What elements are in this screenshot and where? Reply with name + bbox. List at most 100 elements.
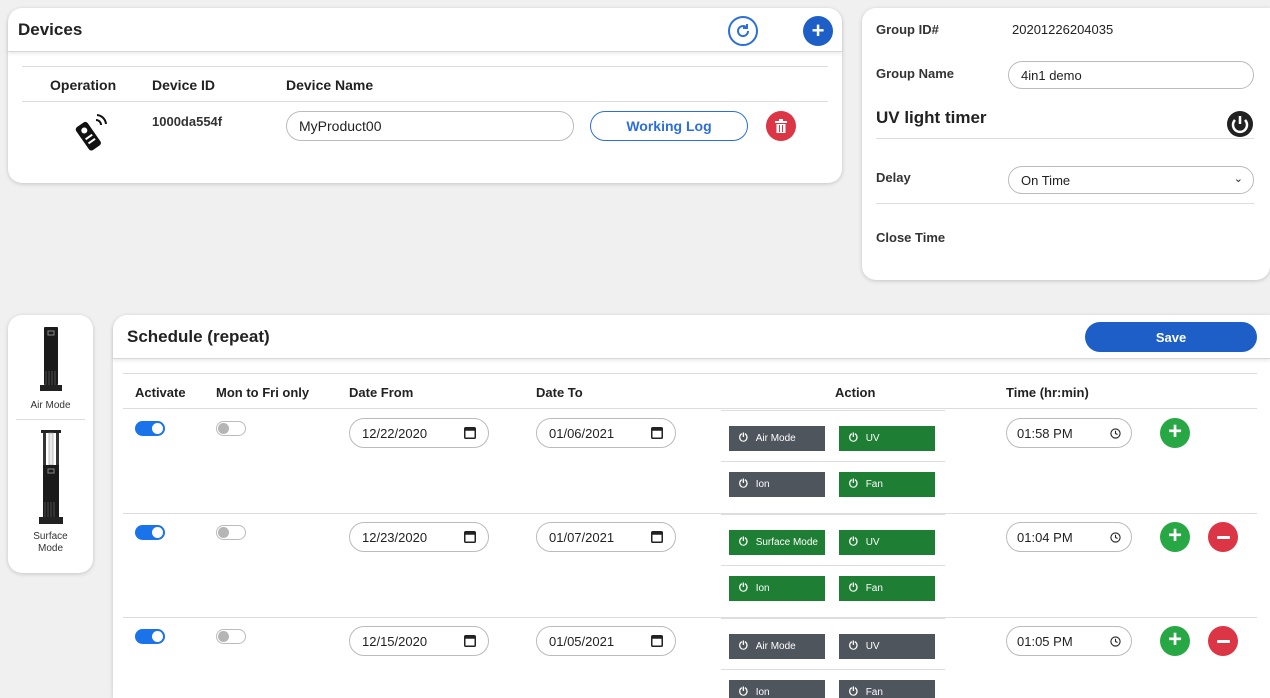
power-icon: ⏻ xyxy=(739,686,748,698)
group-name-label: Group Name xyxy=(876,66,955,81)
device-id-value: 1000da554f xyxy=(152,114,223,129)
add-schedule-button[interactable]: + xyxy=(1160,626,1190,656)
delay-value: On Time xyxy=(1021,173,1071,188)
delay-select[interactable]: On Time ⌄ xyxy=(1008,166,1254,194)
col-date-from: Date From xyxy=(349,385,414,400)
date-from-input[interactable]: 12/15/2020 xyxy=(349,626,489,656)
col-mon-fri: Mon to Fri only xyxy=(216,385,310,400)
remove-schedule-button[interactable] xyxy=(1208,522,1238,552)
trash-icon xyxy=(775,119,787,133)
date-to-input[interactable]: 01/05/2021 xyxy=(536,626,676,656)
minus-icon xyxy=(1216,535,1230,539)
calendar-icon xyxy=(464,634,476,650)
mode-action-button[interactable]: ⏻ Air Mode xyxy=(729,634,825,659)
time-input[interactable]: 01:04 PM xyxy=(1006,522,1132,552)
mode-item-surface[interactable]: Surface Mode xyxy=(8,428,93,554)
uv-lamp-icon xyxy=(38,430,63,524)
delete-device-button[interactable] xyxy=(766,111,796,141)
time-value: 01:05 PM xyxy=(1017,634,1073,649)
schedule-title: Schedule (repeat) xyxy=(127,326,270,346)
time-value: 01:58 PM xyxy=(1017,426,1073,441)
remove-schedule-button[interactable] xyxy=(1208,626,1238,656)
mode-label-surface: Surface Mode xyxy=(33,531,68,554)
calendar-icon xyxy=(464,426,476,442)
fan-action-button[interactable]: ⏻ Fan xyxy=(839,472,935,497)
save-button[interactable]: Save xyxy=(1085,322,1257,352)
date-to-input[interactable]: 01/06/2021 xyxy=(536,418,676,448)
power-icon: ⏻ xyxy=(849,582,858,594)
working-log-button[interactable]: Working Log xyxy=(590,111,748,141)
refresh-button[interactable] xyxy=(728,16,758,46)
col-device-id: Device ID xyxy=(152,77,216,93)
mode-action-button[interactable]: ⏻ Air Mode xyxy=(729,426,825,451)
divider xyxy=(876,203,1254,204)
ion-action-button[interactable]: ⏻ Ion xyxy=(729,472,825,497)
time-input[interactable]: 01:58 PM xyxy=(1006,418,1132,448)
uv-action-button-label: UV xyxy=(865,537,880,548)
date-from-input[interactable]: 12/23/2020 xyxy=(349,522,489,552)
activate-toggle[interactable] xyxy=(135,525,165,540)
plus-icon: + xyxy=(1167,626,1182,653)
time-input[interactable]: 01:05 PM xyxy=(1006,626,1132,656)
date-from-value: 12/15/2020 xyxy=(362,634,428,649)
add-schedule-button[interactable]: + xyxy=(1160,522,1190,552)
power-icon: ⏻ xyxy=(849,478,858,490)
date-to-input[interactable]: 01/07/2021 xyxy=(536,522,676,552)
ion-action-button[interactable]: ⏻ Ion xyxy=(729,576,825,601)
ion-action-button-label: Ion xyxy=(755,479,770,490)
device-name-input[interactable]: MyProduct00 xyxy=(286,111,574,141)
mon-fri-toggle[interactable] xyxy=(216,629,246,644)
mode-item-air[interactable]: Air Mode xyxy=(8,325,93,411)
fan-action-button[interactable]: ⏻ Fan xyxy=(839,576,935,601)
date-from-input[interactable]: 12/22/2020 xyxy=(349,418,489,448)
date-from-value: 12/23/2020 xyxy=(362,530,428,545)
power-icon: ⏻ xyxy=(849,686,858,698)
add-schedule-button[interactable]: + xyxy=(1160,418,1190,448)
remote-control-icon[interactable] xyxy=(70,112,108,152)
divider xyxy=(16,419,85,420)
uv-action-button[interactable]: ⏻ UV xyxy=(839,634,935,659)
chevron-down-icon: ⌄ xyxy=(1233,173,1243,185)
schedule-row: 12/23/2020 01/07/2021 ⏻ Surface Mode ⏻ UV ⏻ Ion… xyxy=(123,514,1257,618)
plus-icon: + xyxy=(811,18,825,43)
devices-title: Devices xyxy=(18,19,83,39)
mode-action-button-label: Surface Mode xyxy=(755,537,818,548)
clock-icon xyxy=(1110,427,1121,442)
activate-toggle[interactable] xyxy=(135,629,165,644)
col-date-to: Date To xyxy=(536,385,583,400)
uv-action-button[interactable]: ⏻ UV xyxy=(839,426,935,451)
devices-header: Devices + xyxy=(8,8,842,52)
date-to-value: 01/06/2021 xyxy=(549,426,615,441)
power-icon: ⏻ xyxy=(739,478,748,490)
mode-action-button-label: Air Mode xyxy=(755,433,796,444)
mode-palette: Air Mode Surface Mode xyxy=(8,315,93,573)
devices-table-header: Operation Device ID Device Name xyxy=(22,66,828,102)
schedule-row: 12/15/2020 01/05/2021 ⏻ Air Mode ⏻ UV ⏻ Ion ⏻ Fan… xyxy=(123,618,1257,698)
plus-icon: + xyxy=(1167,418,1182,445)
time-value: 01:04 PM xyxy=(1017,530,1073,545)
mode-action-button[interactable]: ⏻ Surface Mode xyxy=(729,530,825,555)
divider xyxy=(721,618,945,619)
ion-action-button[interactable]: ⏻ Ion xyxy=(729,680,825,698)
divider xyxy=(876,138,1254,139)
refresh-icon xyxy=(737,24,750,38)
fan-action-button-label: Fan xyxy=(865,583,883,594)
add-device-button[interactable]: + xyxy=(803,16,833,46)
schedule-row: 12/22/2020 01/06/2021 ⏻ Air Mode ⏻ UV ⏻ Ion ⏻ Fan… xyxy=(123,410,1257,514)
mon-fri-toggle[interactable] xyxy=(216,525,246,540)
power-icon[interactable] xyxy=(1226,110,1254,138)
schedule-card: Schedule (repeat) Save Activate Mon to F… xyxy=(113,315,1270,698)
fan-action-button[interactable]: ⏻ Fan xyxy=(839,680,935,698)
divider xyxy=(721,669,945,670)
uv-action-button[interactable]: ⏻ UV xyxy=(839,530,935,555)
group-id-value: 20201226204035 xyxy=(1012,22,1114,37)
group-name-input[interactable]: 4in1 demo xyxy=(1008,61,1254,89)
activate-toggle[interactable] xyxy=(135,421,165,436)
calendar-icon xyxy=(651,634,663,650)
devices-card: Devices + Operation Device ID Device Nam… xyxy=(8,8,842,183)
col-activate: Activate xyxy=(135,385,186,400)
fan-action-button-label: Fan xyxy=(865,479,883,490)
uv-action-button-label: UV xyxy=(865,433,880,444)
mon-fri-toggle[interactable] xyxy=(216,421,246,436)
ion-action-button-label: Ion xyxy=(755,583,770,594)
